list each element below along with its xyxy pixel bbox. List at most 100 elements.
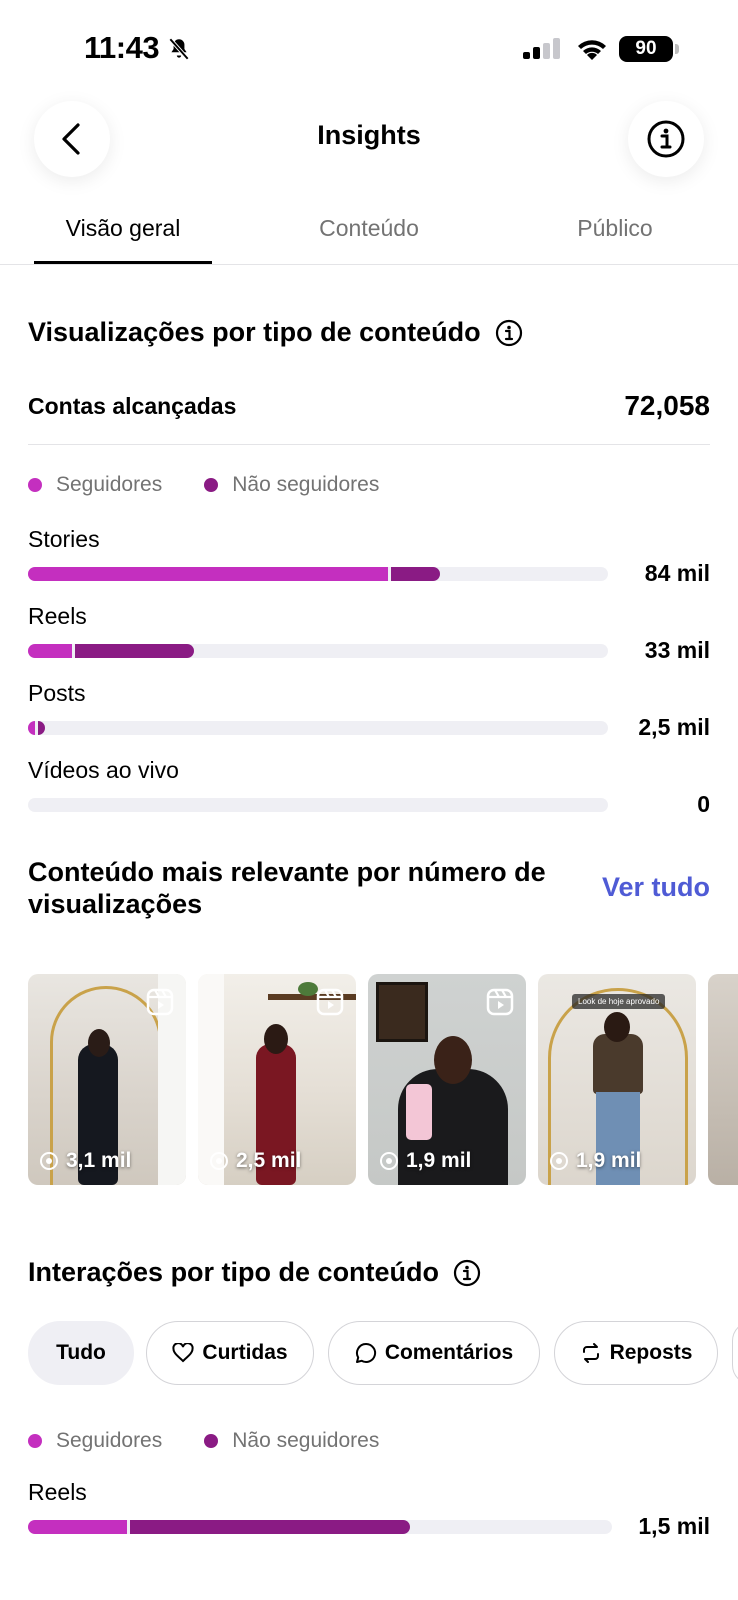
bar-track-posts xyxy=(28,721,608,735)
active-tab-indicator xyxy=(34,261,212,264)
bell-slash-icon xyxy=(168,37,190,61)
bar-value-interactions-reels: 1,5 mil xyxy=(638,1513,710,1539)
bar-value-posts: 2,5 mil xyxy=(638,714,710,740)
legend-followers-label: Seguidores xyxy=(56,473,163,496)
chip-all-label: Tudo xyxy=(56,1341,106,1364)
legend-followers: Seguidores xyxy=(28,473,162,497)
status-bar: 11:43 90 xyxy=(0,0,738,96)
interaction-filter-chips: Tudo Curtidas Comentários Reposts xyxy=(28,1321,738,1385)
person-head xyxy=(264,1024,288,1054)
info-icon xyxy=(647,120,685,158)
bar-followers-interactions-reels xyxy=(28,1520,127,1534)
chip-reposts-label: Reposts xyxy=(609,1341,693,1364)
reel-icon xyxy=(486,988,514,1016)
chip-likes[interactable]: Curtidas xyxy=(146,1321,314,1385)
tab-content[interactable]: Conteúdo xyxy=(246,215,492,242)
reel-icon xyxy=(316,988,344,1016)
reel-icon xyxy=(146,988,174,1016)
chip-comments-label: Comentários xyxy=(384,1341,514,1364)
followers-dot xyxy=(28,478,42,492)
legend-non-followers: Não seguidores xyxy=(204,473,379,497)
eye-icon xyxy=(550,1152,568,1170)
views-section-title-text: Visualizações por tipo de conteúdo xyxy=(28,317,481,347)
eye-icon xyxy=(210,1152,228,1170)
battery-tip xyxy=(675,44,679,54)
eye-icon xyxy=(380,1152,398,1170)
info-button[interactable] xyxy=(628,101,704,177)
chip-comments[interactable]: Comentários xyxy=(328,1321,540,1385)
status-time: 11:43 xyxy=(84,30,160,65)
views-section-title: Visualizações por tipo de conteúdo xyxy=(28,317,523,348)
views-count: 3,1 mil xyxy=(38,1149,131,1173)
content-thumbnail[interactable]: 3,1 mil xyxy=(28,974,186,1185)
bar-label-live: Vídeos ao vivo xyxy=(28,757,179,783)
accounts-reached-row: Contas alcançadas 72,058 xyxy=(28,385,710,445)
views-legend: Seguidores Não seguidores xyxy=(28,473,421,497)
wall-frame xyxy=(376,982,428,1042)
person-head xyxy=(604,1012,630,1042)
info-icon[interactable] xyxy=(495,319,523,347)
content-thumbnail[interactable]: 1,9 mil xyxy=(368,974,526,1185)
views-count-label: 3,1 mil xyxy=(66,1149,132,1172)
views-count-label: 1,9 mil xyxy=(576,1149,642,1172)
content-thumbnail[interactable]: 2,5 mil xyxy=(198,974,356,1185)
bar-followers-posts xyxy=(28,721,35,735)
relevant-content-title: Conteúdo mais relevante por número de vi… xyxy=(28,857,546,919)
bar-track-stories xyxy=(28,567,608,581)
followers-dot xyxy=(28,1434,42,1448)
repost-icon xyxy=(582,1343,599,1363)
bar-track-interactions-reels xyxy=(28,1520,612,1534)
person-head xyxy=(88,1029,110,1057)
person-vest xyxy=(593,1034,643,1094)
bar-label-stories: Stories xyxy=(28,526,100,552)
heart-icon xyxy=(172,1343,194,1363)
bar-non-followers-interactions-reels xyxy=(130,1520,410,1534)
eye-icon xyxy=(40,1152,58,1170)
wifi-icon xyxy=(578,40,606,60)
person-head xyxy=(434,1036,472,1084)
bar-non-followers-posts xyxy=(38,721,45,735)
tab-overview[interactable]: Visão geral xyxy=(0,215,246,242)
content-thumbnail[interactable]: Look de hoje aprovado 1,9 mil xyxy=(538,974,696,1185)
tab-bar: Visão geral Conteúdo Público xyxy=(0,205,738,265)
interactions-section-title: Interações por tipo de conteúdo xyxy=(28,1257,481,1288)
battery-indicator: 90 xyxy=(619,36,673,62)
legend-non-followers: Não seguidores xyxy=(204,1429,379,1453)
views-count: 1,9 mil xyxy=(548,1149,641,1173)
bar-value-stories: 84 mil xyxy=(644,560,710,586)
interactions-section-title-text: Interações por tipo de conteúdo xyxy=(28,1257,440,1287)
tab-audience[interactable]: Público xyxy=(492,215,738,242)
info-icon[interactable] xyxy=(453,1259,481,1287)
chip-reposts[interactable]: Reposts xyxy=(554,1321,718,1385)
plant xyxy=(298,982,318,996)
legend-non-followers-label: Não seguidores xyxy=(232,473,380,496)
see-all-link[interactable]: Ver tudo xyxy=(602,872,710,903)
chip-all[interactable]: Tudo xyxy=(28,1321,134,1385)
bar-value-live: 0 xyxy=(697,791,710,817)
bar-non-followers-reels xyxy=(75,644,194,658)
bar-followers-stories xyxy=(28,567,388,581)
chip-likes-label: Curtidas xyxy=(202,1341,288,1364)
bar-value-reels: 33 mil xyxy=(644,637,710,663)
accounts-reached-value: 72,058 xyxy=(624,390,710,421)
views-count-label: 1,9 mil xyxy=(406,1149,472,1172)
legend-followers: Seguidores xyxy=(28,1429,162,1453)
comment-icon xyxy=(355,1342,376,1363)
non-followers-dot xyxy=(204,1434,219,1448)
bar-followers-reels xyxy=(28,644,72,658)
content-thumbnail-partial[interactable] xyxy=(708,974,738,1185)
bar-label-interactions-reels: Reels xyxy=(28,1479,87,1505)
cellular-signal-icon xyxy=(523,38,560,59)
bar-track-reels xyxy=(28,644,608,658)
tumbler xyxy=(406,1084,432,1140)
legend-followers-label: Seguidores xyxy=(56,1429,163,1452)
legend-non-followers-label: Não seguidores xyxy=(232,1429,380,1452)
interactions-legend: Seguidores Não seguidores xyxy=(28,1429,421,1453)
chip-partial[interactable] xyxy=(732,1321,738,1385)
accounts-reached-label: Contas alcançadas xyxy=(28,393,237,419)
bar-label-posts: Posts xyxy=(28,680,86,706)
views-count: 2,5 mil xyxy=(208,1149,301,1173)
bar-non-followers-stories xyxy=(391,567,440,581)
views-count: 1,9 mil xyxy=(378,1149,471,1173)
bar-label-reels: Reels xyxy=(28,603,87,629)
